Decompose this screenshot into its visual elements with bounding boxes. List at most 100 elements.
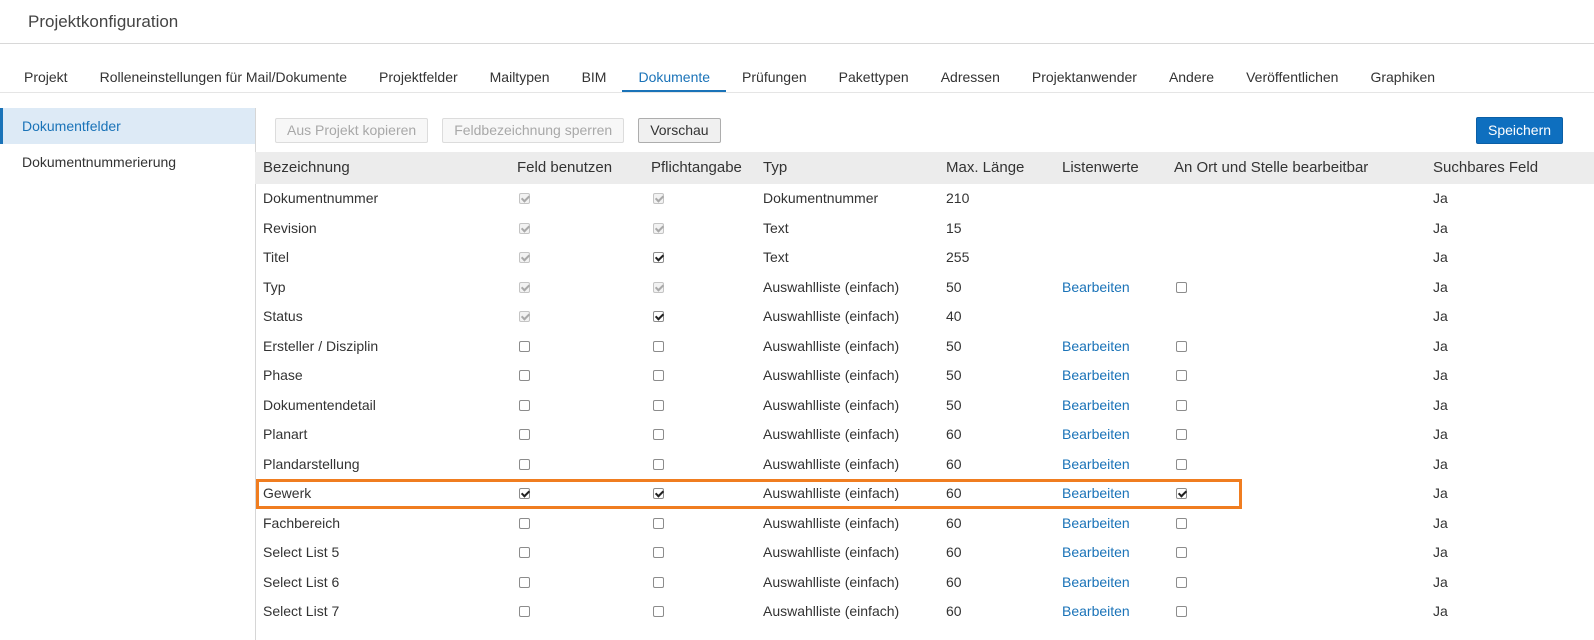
inline-edit-checkbox[interactable] — [1176, 576, 1187, 588]
max-length: 50 — [946, 278, 962, 295]
field-type: Auswahlliste (einfach) — [763, 396, 900, 413]
tab-graphiken[interactable]: Graphiken — [1354, 62, 1451, 92]
required-checkbox[interactable] — [653, 399, 664, 411]
use-field-checkbox — [519, 193, 530, 204]
inline-edit-checkbox[interactable] — [1176, 606, 1187, 617]
tab-projektanwender[interactable]: Projektanwender — [1016, 62, 1153, 92]
max-length: 210 — [946, 190, 970, 206]
field-name: Dokumentendetail — [263, 396, 376, 413]
searchable-value: Ja — [1433, 367, 1448, 383]
column-header-searchable[interactable]: Suchbares Feld — [1433, 152, 1538, 184]
use-field-checkbox[interactable] — [519, 576, 530, 588]
tab-projektfelder[interactable]: Projektfelder — [363, 62, 474, 92]
tab-rolleneinstellungen-für-mail-dokumente[interactable]: Rolleneinstellungen für Mail/Dokumente — [84, 62, 363, 92]
tab-projekt[interactable]: Projekt — [8, 62, 84, 92]
required-checkbox[interactable] — [653, 311, 664, 322]
inline-edit-checkbox[interactable] — [1176, 547, 1187, 558]
field-type: Dokumentnummer — [763, 190, 879, 206]
use-field-checkbox[interactable] — [519, 517, 530, 529]
required-checkbox[interactable] — [653, 576, 664, 588]
use-field-checkbox[interactable] — [519, 370, 530, 381]
copy-from-project-button[interactable]: Aus Projekt kopieren — [275, 118, 429, 143]
document-fields-table: Bezeichnung Feld benutzen Pflichtangabe … — [255, 152, 1594, 627]
field-name: Revision — [263, 219, 317, 236]
inline-edit-checkbox[interactable] — [1176, 517, 1187, 529]
use-field-checkbox[interactable] — [519, 458, 530, 470]
edit-list-values-link[interactable]: Bearbeiten — [1062, 361, 1130, 391]
inline-edit-checkbox[interactable] — [1176, 281, 1187, 293]
inline-edit-checkbox[interactable] — [1176, 370, 1187, 381]
field-name: Gewerk — [263, 485, 312, 501]
field-name: Planart — [263, 426, 308, 442]
edit-list-values-link[interactable]: Bearbeiten — [1062, 391, 1130, 421]
searchable-value: Ja — [1433, 190, 1448, 206]
edit-list-values-link[interactable]: Bearbeiten — [1062, 479, 1130, 509]
searchable-value: Ja — [1433, 337, 1448, 354]
max-length: 60 — [946, 544, 962, 560]
inline-edit-checkbox[interactable] — [1176, 488, 1187, 499]
column-header-name[interactable]: Bezeichnung — [263, 152, 350, 184]
lock-field-names-button[interactable]: Feldbezeichnung sperren — [442, 118, 625, 143]
field-type: Text — [763, 249, 789, 265]
inline-edit-checkbox[interactable] — [1176, 340, 1187, 352]
column-header-list-values[interactable]: Listenwerte — [1062, 152, 1139, 184]
inline-edit-checkbox[interactable] — [1176, 429, 1187, 440]
max-length: 60 — [946, 514, 962, 531]
preview-button[interactable]: Vorschau — [638, 118, 721, 143]
column-header-type[interactable]: Typ — [763, 152, 787, 184]
use-field-checkbox[interactable] — [519, 399, 530, 411]
tab-prüfungen[interactable]: Prüfungen — [726, 62, 823, 92]
column-header-required[interactable]: Pflichtangabe — [651, 152, 742, 184]
required-checkbox[interactable] — [653, 370, 664, 381]
field-type: Auswahlliste (einfach) — [763, 455, 900, 472]
edit-list-values-link[interactable]: Bearbeiten — [1062, 538, 1130, 568]
save-button[interactable]: Speichern — [1476, 117, 1564, 144]
use-field-checkbox[interactable] — [519, 340, 530, 352]
required-checkbox[interactable] — [653, 458, 664, 470]
edit-list-values-link[interactable]: Bearbeiten — [1062, 509, 1130, 539]
sidebar-item-dokumentfelder[interactable]: Dokumentfelder — [0, 108, 255, 144]
inline-edit-checkbox[interactable] — [1176, 458, 1187, 470]
edit-list-values-link[interactable]: Bearbeiten — [1062, 273, 1130, 303]
inline-edit-checkbox[interactable] — [1176, 399, 1187, 411]
use-field-checkbox[interactable] — [519, 606, 530, 617]
searchable-value: Ja — [1433, 308, 1448, 324]
tab-adressen[interactable]: Adressen — [925, 62, 1016, 92]
tab-andere[interactable]: Andere — [1153, 62, 1230, 92]
field-type: Text — [763, 219, 789, 236]
required-checkbox[interactable] — [653, 488, 664, 499]
field-type: Auswahlliste (einfach) — [763, 514, 900, 531]
edit-list-values-link[interactable]: Bearbeiten — [1062, 568, 1130, 598]
toolbar: Aus Projekt kopieren Feldbezeichnung spe… — [275, 118, 721, 143]
required-checkbox — [653, 222, 664, 234]
table-row: Revision Text 15 Ja — [255, 214, 1594, 244]
column-header-use[interactable]: Feld benutzen — [517, 152, 612, 184]
tab-veröffentlichen[interactable]: Veröffentlichen — [1230, 62, 1354, 92]
column-header-max-length[interactable]: Max. Länge — [946, 152, 1024, 184]
required-checkbox[interactable] — [653, 252, 664, 263]
table-row: Fachbereich Auswahlliste (einfach) 60 Bearb… — [255, 509, 1594, 539]
edit-list-values-link[interactable]: Bearbeiten — [1062, 332, 1130, 362]
use-field-checkbox[interactable] — [519, 488, 530, 499]
max-length: 60 — [946, 573, 962, 590]
max-length: 255 — [946, 249, 970, 265]
required-checkbox — [653, 193, 664, 204]
sidebar-item-dokumentnummerierung[interactable]: Dokumentnummerierung — [0, 144, 255, 180]
tab-bim[interactable]: BIM — [566, 62, 623, 92]
use-field-checkbox[interactable] — [519, 547, 530, 558]
tab-pakettypen[interactable]: Pakettypen — [823, 62, 925, 92]
edit-list-values-link[interactable]: Bearbeiten — [1062, 420, 1130, 450]
column-header-inline-edit[interactable]: An Ort und Stelle bearbeitbar — [1174, 152, 1368, 184]
required-checkbox[interactable] — [653, 606, 664, 617]
required-checkbox[interactable] — [653, 429, 664, 440]
edit-list-values-link[interactable]: Bearbeiten — [1062, 597, 1130, 627]
table-row: Select List 7 Auswahlliste (einfach) 60 Bea… — [255, 597, 1594, 627]
tab-mailtypen[interactable]: Mailtypen — [474, 62, 566, 92]
required-checkbox[interactable] — [653, 547, 664, 558]
tab-dokumente[interactable]: Dokumente — [622, 62, 727, 92]
required-checkbox[interactable] — [653, 340, 664, 352]
required-checkbox[interactable] — [653, 517, 664, 529]
searchable-value: Ja — [1433, 485, 1448, 501]
use-field-checkbox[interactable] — [519, 429, 530, 440]
edit-list-values-link[interactable]: Bearbeiten — [1062, 450, 1130, 480]
